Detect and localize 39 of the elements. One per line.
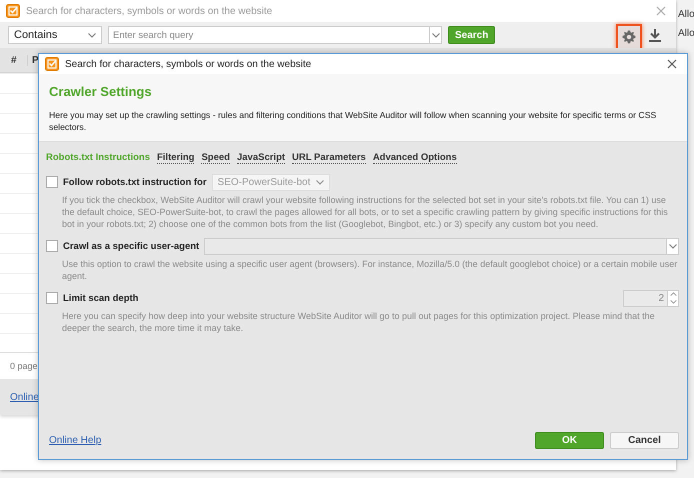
- dialog-heading: Crawler Settings: [49, 84, 153, 99]
- help-link[interactable]: Online: [10, 392, 39, 402]
- option-description: Use this option to crawl the website using a specific user agent (browsers). For instance, Mozilla/5.0 (the default googlebot choice) or a certain mobile user agent.: [62, 258, 678, 282]
- app-logo-icon: [6, 4, 20, 18]
- app-logo-icon: [45, 57, 59, 71]
- column-header[interactable]: #: [0, 54, 28, 66]
- download-icon[interactable]: [648, 28, 662, 42]
- checkbox[interactable]: [46, 240, 58, 252]
- dialog-title: Search for characters, symbols or words on the website: [65, 58, 312, 70]
- settings-tab[interactable]: URL Parameters: [292, 152, 366, 164]
- caret-icon: [316, 180, 324, 184]
- settings-tab[interactable]: Filtering: [156, 152, 194, 164]
- option-label: Follow robots.txt instruction for: [63, 176, 207, 188]
- intro-text: Here you may set up the crawling settings - rules and filtering conditions that WebSite Auditor will follow when scanning your website for specific terms or CSS selectors.: [49, 109, 658, 133]
- online-help-link[interactable]: Online Help: [49, 435, 102, 446]
- checkbox[interactable]: [46, 292, 58, 304]
- gear-icon: [622, 30, 636, 44]
- caret-icon: [668, 244, 676, 248]
- settings-tab[interactable]: JavaScript: [236, 152, 286, 164]
- checkbox[interactable]: [46, 176, 58, 188]
- option-description: If you tick the checkbox, WebSite Auditor will crawl your website following instructions for the selected bot set in your site's robots.txt file. You can 1) use the default choice, SEO-PowerSuite-bot, to crawl the pages allowed for all bots, or to set a specific crawling pattern by giving specific instructions for this bot in your robots.txt; 2) choose one of the common bots from the list (Googlebot, Bingbot, etc.) or 3) specify any custom bot you need.: [62, 194, 669, 230]
- column-header[interactable]: P: [28, 54, 39, 66]
- settings-button[interactable]: [616, 24, 642, 50]
- status-text: 0 page: [10, 361, 38, 371]
- side-label: Allo: [678, 28, 694, 39]
- caret-icon: [432, 32, 440, 38]
- settings-tab[interactable]: Speed: [201, 152, 230, 164]
- window-title: Search for characters, symbols or words on the website: [26, 6, 272, 16]
- search-field[interactable]: Enter search query: [108, 26, 429, 44]
- option-label: Limit scan depth: [63, 292, 138, 304]
- cancel-button[interactable]: Cancel: [610, 432, 679, 449]
- settings-tab[interactable]: Advanced Options: [372, 152, 457, 164]
- caret-icon: [88, 32, 96, 38]
- close-icon[interactable]: [667, 59, 677, 69]
- option-description: Here you can specify how deep into your website structure WebSite Auditor will go to pull out pages for this optimization project. Please mind that the deeper the search, the more time it may take.: [62, 310, 656, 334]
- match-mode-dropdown[interactable]: Contains: [8, 26, 102, 44]
- option-label: Crawl as a specific user-agent: [63, 240, 200, 252]
- side-label: Allo: [678, 9, 694, 20]
- history-dropdown-button[interactable]: [429, 26, 442, 44]
